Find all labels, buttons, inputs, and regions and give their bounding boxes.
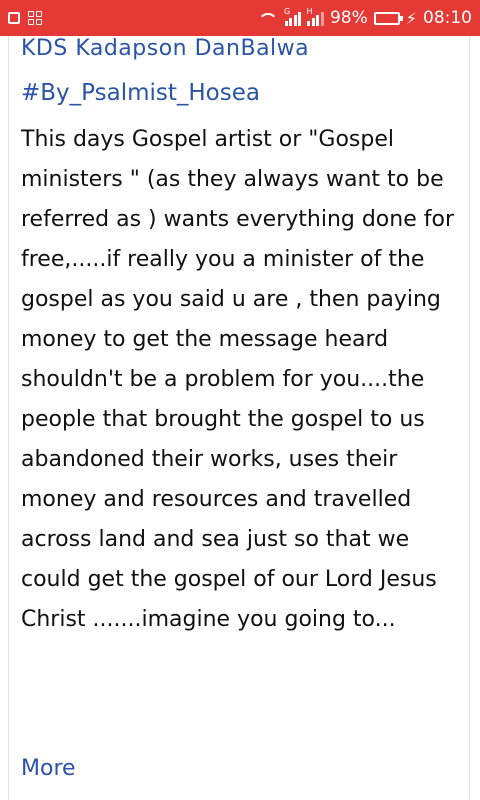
post-hashtag[interactable]: #By_Psalmist_Hosea	[21, 80, 260, 106]
clock: 08:10	[423, 8, 472, 28]
battery-icon	[373, 11, 403, 25]
system-icons: G H 98% ⚡ 08:10	[257, 7, 472, 28]
charging-icon: ⚡	[405, 8, 417, 28]
post-body-text: This days Gospel artist or "Gospel minis…	[21, 127, 454, 632]
post-card: KDS Kadapson DanBalwa #By_Psalmist_Hosea…	[8, 36, 470, 800]
status-bar: G H 98% ⚡ 08:10	[0, 0, 480, 36]
more-link[interactable]: More	[21, 756, 76, 781]
image-notification-icon	[8, 12, 20, 24]
wifi-icon	[257, 11, 279, 25]
apps-notification-icon	[28, 11, 42, 25]
post-author-name[interactable]: KDS Kadapson DanBalwa	[21, 36, 309, 61]
signal-icon-sim2: H	[306, 7, 324, 26]
notification-icons	[8, 11, 42, 25]
signal-2-type: H	[306, 7, 313, 16]
battery-percent: 98%	[329, 8, 368, 28]
signal-1-type: G	[283, 7, 291, 16]
signal-icon-sim1: G	[283, 7, 302, 26]
